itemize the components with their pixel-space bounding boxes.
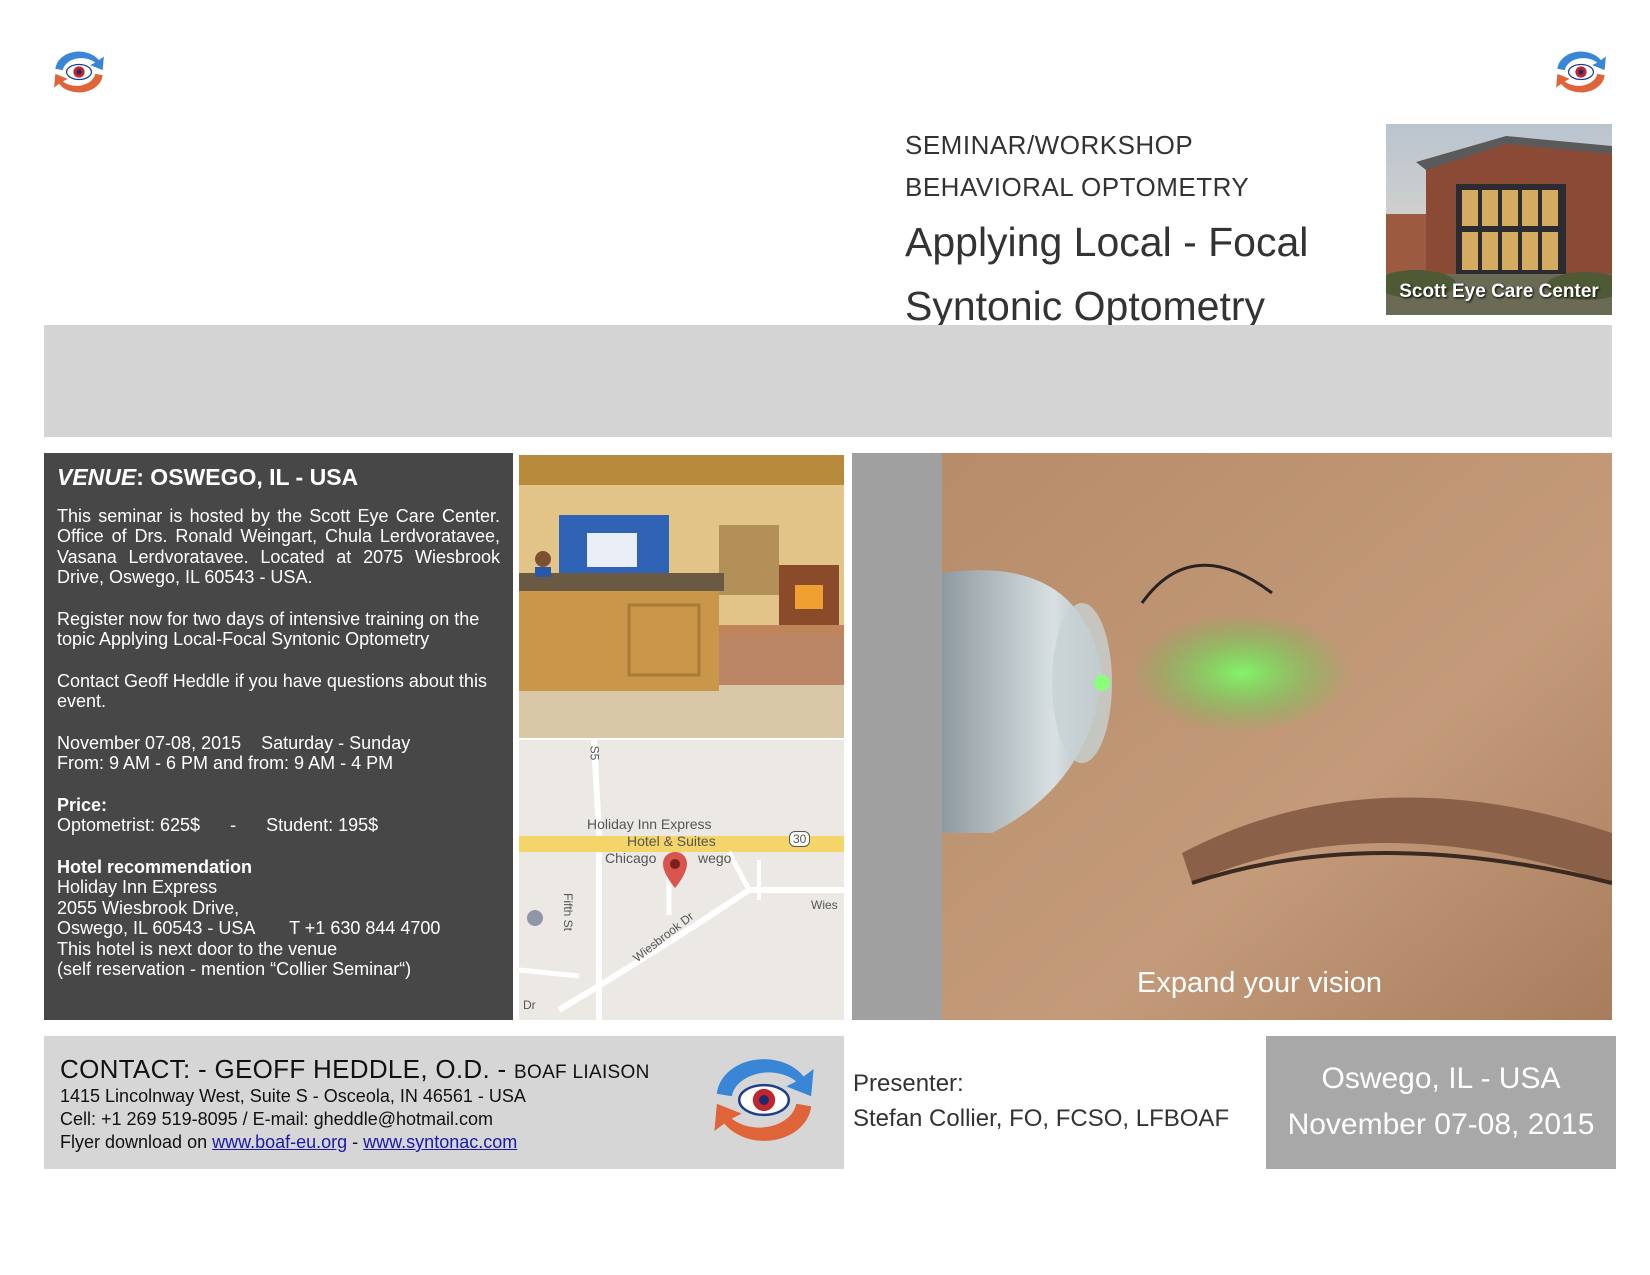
- contact-title-text: CONTACT: - GEOFF HEDDLE, O.D. -: [60, 1054, 515, 1084]
- street-dr: Dr: [523, 998, 536, 1012]
- venue-panel: VENUE: OSWEGO, IL - USA This seminar is …: [44, 453, 513, 1020]
- venue-register: Register now for two days of intensive t…: [57, 608, 480, 650]
- syntonac-link[interactable]: www.syntonac.com: [363, 1132, 517, 1152]
- header-line-seminar: SEMINAR/WORKSHOP: [905, 130, 1194, 160]
- venue-contact-note: Contact Geoff Heddle if you have questio…: [57, 670, 487, 712]
- location-map: Holiday Inn Express Hotel & Suites Chica…: [519, 740, 844, 1020]
- event-location: Oswego, IL - USA: [1321, 1062, 1561, 1095]
- map-label-hotel-2: Hotel & Suites: [627, 833, 716, 849]
- venue-heading: VENUE: OSWEGO, IL - USA: [57, 464, 500, 490]
- map-label-hotel-1: Holiday Inn Express: [587, 816, 712, 832]
- venue-heading-label: VENUE: [57, 464, 137, 490]
- venue-heading-value: : OSWEGO, IL - USA: [136, 464, 359, 490]
- event-summary-box: Oswego, IL - USA November 07-08, 2015: [1266, 1036, 1616, 1169]
- hotel-label: Hotel recommendation: [57, 856, 253, 877]
- venue-intro: This seminar is hosted by the Scott Eye …: [57, 505, 500, 588]
- venue-price: Price: Optometrist: 625$ - Student: 195$: [57, 795, 500, 836]
- boaf-logo-large-icon: [702, 1044, 826, 1156]
- hotel-note: This hotel is next door to the venue: [57, 938, 338, 959]
- event-date: November 07-08, 2015: [1287, 1108, 1595, 1141]
- price-label: Price:: [57, 794, 108, 815]
- highway-shield: 30: [789, 831, 811, 847]
- eye-tagline: Expand your vision: [1137, 967, 1383, 999]
- header-line-optometry: BEHAVIORAL OPTOMETRY: [905, 172, 1250, 202]
- venue-hotel: Hotel recommendation Holiday Inn Express…: [57, 857, 500, 980]
- presenter-name: Stefan Collier, FO, FCSO, LFBOAF: [853, 1105, 1230, 1132]
- boaf-logo-icon: [1548, 44, 1614, 100]
- presenter-block: Presenter: Stefan Collier, FO, FCSO, LFB…: [853, 1066, 1253, 1136]
- hotel-reservation: (self reservation - mention “Collier Sem…: [57, 959, 412, 979]
- link-separator: -: [347, 1132, 364, 1152]
- street-top: S5: [587, 745, 602, 761]
- seminar-header: SEMINAR/WORKSHOP BEHAVIORAL OPTOMETRY Ap…: [905, 124, 1375, 336]
- venue-dates: November 07-08, 2015 Saturday - Sunday: [57, 732, 411, 753]
- venue-schedule: November 07-08, 2015 Saturday - Sunday F…: [57, 733, 500, 774]
- price-value: Optometrist: 625$ - Student: 195$: [57, 815, 379, 835]
- map-label-hotel-3: Chicago: [605, 850, 657, 866]
- boaf-link[interactable]: www.boaf-eu.org: [212, 1132, 347, 1152]
- eye-illustration: [852, 453, 1612, 1020]
- download-prefix: Flyer download on: [60, 1132, 213, 1152]
- building-caption: Scott Eye Care Center: [1399, 281, 1599, 302]
- hotel-lobby-illustration: [519, 455, 844, 738]
- hotel-street: 2055 Wiesbrook Drive,: [57, 897, 240, 918]
- map-label-hotel-4: wego: [698, 850, 732, 866]
- boaf-logo-icon: [46, 44, 112, 100]
- seminar-title-line1: Applying Local - Focal: [905, 219, 1309, 265]
- hotel-city-phone: Oswego, IL 60543 - USA T +1 630 844 4700: [57, 918, 441, 938]
- contact-title-role: BOAF LIAISON: [514, 1062, 650, 1083]
- building-photo: Scott Eye Care Center: [1386, 124, 1612, 315]
- street-wies: Wies: [811, 898, 838, 912]
- hotel-name: Holiday Inn Express: [57, 877, 218, 897]
- grey-banner: [44, 325, 1612, 437]
- eye-therapy-photo: Expand your vision: [852, 453, 1612, 1020]
- hotel-lobby-photo: [519, 455, 844, 738]
- street-fifth: Fifth St: [561, 892, 576, 932]
- map-pin-icon: [663, 852, 687, 888]
- presenter-label: Presenter:: [853, 1070, 964, 1097]
- venue-hours: From: 9 AM - 6 PM and from: 9 AM - 4 PM: [57, 753, 394, 773]
